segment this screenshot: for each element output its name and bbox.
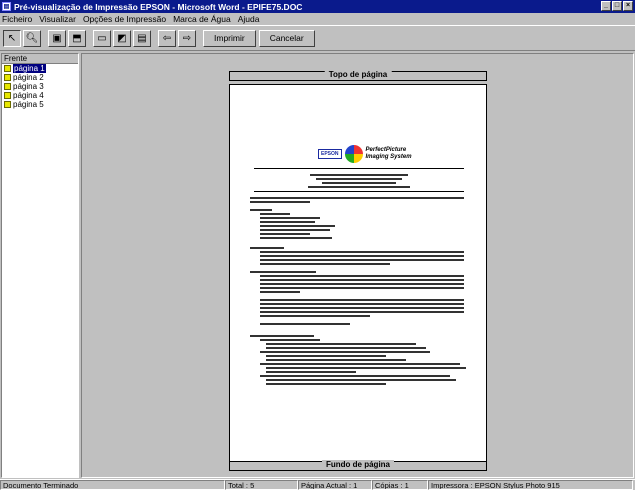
page-text-line bbox=[250, 201, 310, 203]
printable-area-icon[interactable]: ▭ bbox=[93, 29, 111, 47]
page-text-line bbox=[260, 263, 390, 265]
page-text-line bbox=[250, 209, 272, 211]
watermark-icon[interactable]: ◩ bbox=[113, 29, 131, 47]
page-icon bbox=[4, 65, 11, 72]
page-text-line bbox=[266, 343, 416, 345]
page-text-line bbox=[260, 303, 464, 305]
page-text-line bbox=[260, 229, 330, 231]
page-text-line bbox=[260, 291, 300, 293]
page-text-line bbox=[260, 299, 464, 301]
bottom-margin-label: Fundo de página bbox=[322, 460, 394, 469]
minimize-button[interactable]: _ bbox=[601, 1, 611, 11]
page-text-line bbox=[250, 271, 316, 273]
page-text-line bbox=[260, 275, 464, 277]
page-text-line bbox=[250, 197, 464, 199]
preview-area[interactable]: Topo de página EPSON PerfectPicture Imag… bbox=[81, 53, 634, 478]
page-list-item[interactable]: página 5 bbox=[2, 100, 78, 109]
page-rule bbox=[254, 168, 464, 169]
page-text-line bbox=[260, 375, 450, 377]
page-list-item[interactable]: página 2 bbox=[2, 73, 78, 82]
menu-bar: Ficheiro Visualizar Opções de Impressão … bbox=[0, 13, 635, 25]
page-text-line bbox=[260, 279, 464, 281]
title-bar: ▤ Pré-visualização de Impressão EPSON - … bbox=[0, 0, 635, 13]
logo-orb-icon bbox=[344, 145, 363, 163]
page-icon bbox=[4, 74, 11, 81]
page-text-line bbox=[260, 351, 430, 353]
epson-logo: EPSON PerfectPicture Imaging System bbox=[318, 143, 416, 165]
magnify-icon[interactable]: 🔍︎ bbox=[23, 29, 41, 47]
menu-opcoes-impressao[interactable]: Opções de Impressão bbox=[83, 14, 166, 24]
previous-page-icon[interactable]: ⇦ bbox=[158, 29, 176, 47]
page-text-line bbox=[266, 359, 406, 361]
top-margin-bar[interactable]: Topo de página bbox=[229, 70, 487, 81]
top-margin-label: Topo de página bbox=[324, 70, 392, 79]
menu-visualizar[interactable]: Visualizar bbox=[39, 14, 76, 24]
preview-page: EPSON PerfectPicture Imaging System bbox=[229, 84, 487, 462]
print-button[interactable]: Imprimir bbox=[203, 29, 256, 47]
page-list-item[interactable]: página 3 bbox=[2, 82, 78, 91]
page-icon bbox=[4, 92, 11, 99]
page-text-line bbox=[260, 255, 464, 257]
menu-ajuda[interactable]: Ajuda bbox=[238, 14, 260, 24]
menu-ficheiro[interactable]: Ficheiro bbox=[2, 14, 32, 24]
cursor-icon[interactable]: ↖ bbox=[3, 29, 21, 47]
page-text-line bbox=[260, 287, 464, 289]
page-text-line bbox=[260, 307, 464, 309]
page-list-item[interactable]: página 1 bbox=[2, 64, 78, 73]
fit-page-icon[interactable]: ▣ bbox=[48, 29, 66, 47]
page-text-line bbox=[260, 315, 370, 317]
page-text-line bbox=[266, 347, 426, 349]
page-text-line bbox=[260, 221, 315, 223]
fit-width-icon[interactable]: ⬒ bbox=[68, 29, 86, 47]
page-list-header: Frente bbox=[2, 54, 78, 64]
page-text-line bbox=[260, 283, 464, 285]
page-text-line bbox=[260, 213, 290, 215]
window-controls: _ □ × bbox=[601, 1, 633, 11]
status-bar: Documento Terminado Total : 5 Página Act… bbox=[0, 479, 635, 490]
page-text-line bbox=[260, 363, 460, 365]
window-title: Pré-visualização de Impressão EPSON - Mi… bbox=[14, 1, 303, 12]
status-current-page: Página Actual : 1 bbox=[298, 480, 372, 490]
maximize-button[interactable]: □ bbox=[612, 1, 622, 11]
page-text-line bbox=[260, 233, 310, 235]
page-text-line bbox=[310, 174, 408, 176]
cancel-button[interactable]: Cancelar bbox=[258, 29, 315, 47]
next-page-icon[interactable]: ⇨ bbox=[178, 29, 196, 47]
page-text-line bbox=[260, 311, 464, 313]
toolbar: ↖ 🔍︎ ▣ ⬒ ▭ ◩ ▤ ⇦ ⇨ Imprimir Cancelar bbox=[0, 25, 635, 51]
page-list-panel: Frente página 1 página 2 página 3 página… bbox=[1, 53, 79, 478]
page-text-line bbox=[266, 371, 356, 373]
page-text-line bbox=[266, 367, 466, 369]
status-state: Documento Terminado bbox=[0, 480, 225, 490]
app-icon: ▤ bbox=[2, 2, 11, 11]
page-text-line bbox=[260, 259, 464, 261]
bottom-margin-bar[interactable]: Fundo de página bbox=[229, 460, 487, 471]
status-printer: Impressora : EPSON Stylus Photo 915 bbox=[428, 480, 633, 490]
status-copies: Cópias : 1 bbox=[372, 480, 428, 490]
page-text-line bbox=[250, 335, 314, 337]
page-text-line bbox=[266, 379, 456, 381]
page-text-line bbox=[260, 251, 464, 253]
menu-marca-agua[interactable]: Marca de Água bbox=[173, 14, 231, 24]
page-text-line bbox=[260, 217, 320, 219]
add-page-icon[interactable]: ▤ bbox=[133, 29, 151, 47]
page-text-line bbox=[260, 339, 320, 341]
page-text-line bbox=[266, 383, 386, 385]
page-text-line bbox=[260, 323, 350, 325]
page-list-item[interactable]: página 4 bbox=[2, 91, 78, 100]
page-text-line bbox=[260, 237, 332, 239]
page-text-line bbox=[316, 178, 402, 180]
page-text-line bbox=[260, 225, 335, 227]
page-text-line bbox=[308, 186, 410, 188]
page-icon bbox=[4, 83, 11, 90]
page-rule bbox=[254, 191, 464, 192]
page-text-line bbox=[266, 355, 386, 357]
page-text-line bbox=[322, 182, 396, 184]
status-total: Total : 5 bbox=[225, 480, 298, 490]
page-icon bbox=[4, 101, 11, 108]
close-button[interactable]: × bbox=[623, 1, 633, 11]
page-text-line bbox=[250, 247, 284, 249]
